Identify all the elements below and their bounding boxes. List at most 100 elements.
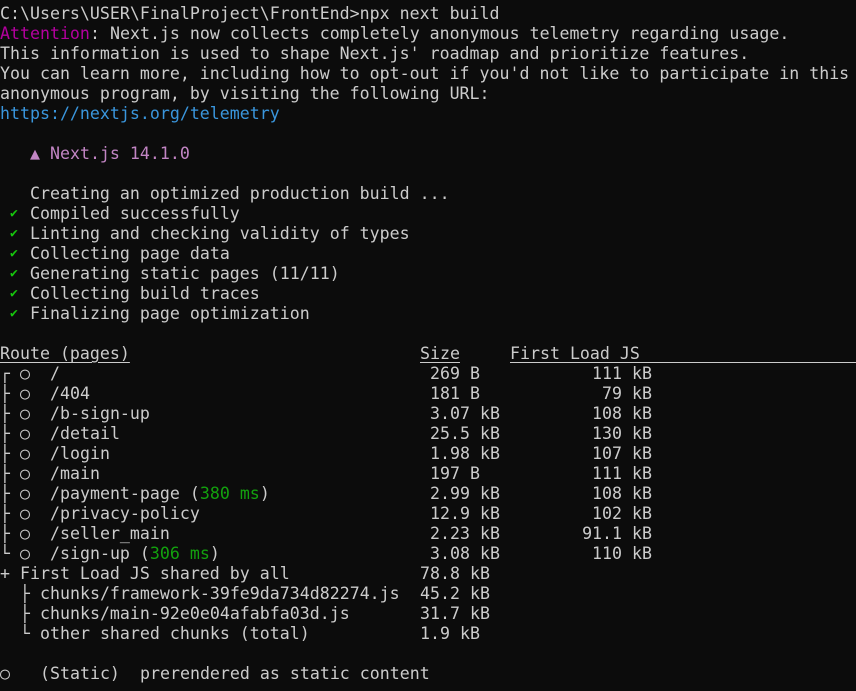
route-size: 269 B: [430, 364, 480, 383]
route-path: /detail: [50, 424, 120, 443]
route-size: 181 B: [430, 384, 480, 403]
table-row: ├ ○ /privacy-policy 12.9 kB 102 kB: [0, 504, 856, 524]
table-row: ├ ○ /main 197 B 111 kB: [0, 464, 856, 484]
static-circle-icon: ○: [0, 664, 10, 683]
route-size: 12.9 kB: [430, 504, 500, 523]
tree-prefix: └ ○: [0, 544, 40, 563]
chunk-name: other shared chunks (total): [40, 624, 310, 643]
telemetry-line-3: You can learn more, including how to opt…: [0, 64, 856, 84]
build-creating-line: Creating an optimized production build .…: [0, 184, 856, 204]
shared-label: + First Load JS shared by all: [0, 564, 290, 583]
chunk-name: chunks/main-92e0e04afabfa03d.js: [40, 604, 350, 623]
check-icon: ✔: [10, 286, 18, 301]
build-step: ✔ Collecting page data: [0, 244, 856, 264]
build-step-label: Collecting build traces: [30, 284, 260, 303]
tree-prefix: ├ ○: [0, 524, 40, 543]
telemetry-text-4: anonymous program, by visiting the follo…: [0, 84, 490, 103]
nextjs-version-line: ▲ Next.js 14.1.0: [0, 144, 856, 164]
chunk-row: ├ chunks/framework-39fe9da734d82274.js 45…: [0, 584, 856, 604]
route-size: 197 B: [430, 464, 480, 483]
chunk-row: └ other shared chunks (total) 1.9 kB: [0, 624, 856, 644]
nextjs-version: ▲ Next.js 14.1.0: [30, 144, 190, 163]
check-icon: ✔: [10, 206, 18, 221]
route-first-load: 108 kB: [592, 404, 652, 423]
route-header: Route (pages): [0, 344, 130, 363]
telemetry-line-4: anonymous program, by visiting the follo…: [0, 84, 856, 104]
first-load-header: First Load JS: [510, 344, 640, 363]
table-row: └ ○ /sign-up (306 ms) 3.08 kB 110 kB: [0, 544, 856, 564]
check-icon: ✔: [10, 306, 18, 321]
tree-prefix: ├ ○: [0, 384, 40, 403]
check-icon: ✔: [10, 226, 18, 241]
telemetry-text-1: : Next.js now collects completely anonym…: [90, 24, 790, 43]
route-size: 2.99 kB: [430, 484, 500, 503]
legend-line: ○ (Static) prerendered as static content: [0, 664, 856, 684]
header-underline: [510, 362, 856, 363]
build-step-label: Finalizing page optimization: [30, 304, 310, 323]
route-size: 3.07 kB: [430, 404, 500, 423]
size-header: Size: [420, 344, 460, 363]
table-row: ┌ ○ / 269 B 111 kB: [0, 364, 856, 384]
build-step: ✔ Generating static pages (11/11): [0, 264, 856, 284]
route-size: 2.23 kB: [430, 524, 500, 543]
legend-label: (Static): [40, 664, 120, 683]
route-first-load: 130 kB: [592, 424, 652, 443]
route-size: 3.08 kB: [430, 544, 500, 563]
route-first-load: 91.1 kB: [582, 524, 652, 543]
route-first-load: 111 kB: [592, 364, 652, 383]
build-step-label: Collecting page data: [30, 244, 230, 263]
route-path: /: [50, 364, 60, 383]
attention-label: Attention: [0, 24, 90, 43]
tree-prefix: ├ ○: [0, 484, 40, 503]
telemetry-text-3: You can learn more, including how to opt…: [0, 64, 850, 83]
route-size: 25.5 kB: [430, 424, 500, 443]
build-step-label: Generating static pages (11/11): [30, 264, 340, 283]
table-row: ├ ○ /login 1.98 kB 107 kB: [0, 444, 856, 464]
tree-prefix: ├ ○: [0, 404, 40, 423]
build-step: ✔ Collecting build traces: [0, 284, 856, 304]
chunk-size: 45.2 kB: [420, 584, 490, 603]
route-path: /main: [50, 464, 100, 483]
table-row: ├ ○ /detail 25.5 kB 130 kB: [0, 424, 856, 444]
check-icon: ✔: [10, 266, 18, 281]
telemetry-url-line: https://nextjs.org/telemetry: [0, 104, 856, 124]
chunk-row: ├ chunks/main-92e0e04afabfa03d.js 31.7 kB: [0, 604, 856, 624]
render-time: 380 ms: [199, 484, 260, 503]
route-first-load: 107 kB: [592, 444, 652, 463]
legend-description: prerendered as static content: [140, 664, 430, 683]
chunk-name: chunks/framework-39fe9da734d82274.js: [40, 584, 400, 603]
build-step: ✔ Compiled successfully: [0, 204, 856, 224]
shared-size: 78.8 kB: [420, 564, 490, 583]
telemetry-link[interactable]: https://nextjs.org/telemetry: [0, 104, 280, 124]
terminal-window[interactable]: C:\Users\USER\FinalProject\FrontEnd>npx …: [0, 0, 856, 691]
shared-total-row: + First Load JS shared by all 78.8 kB: [0, 564, 856, 584]
chunk-size: 1.9 kB: [420, 624, 480, 643]
route-path: /404: [50, 384, 90, 403]
build-step-label: Linting and checking validity of types: [30, 224, 410, 243]
chunk-size: 31.7 kB: [420, 604, 490, 623]
tree-prefix: ├ ○: [0, 444, 40, 463]
route-path: /seller_main: [50, 524, 170, 543]
tree-prefix: └: [0, 624, 40, 643]
tree-prefix: ┌ ○: [0, 364, 40, 383]
route-path: /payment-page (380 ms): [50, 484, 270, 503]
tree-prefix: ├ ○: [0, 504, 40, 523]
telemetry-text-2: This information is used to shape Next.j…: [0, 44, 750, 63]
table-row: ├ ○ /404 181 B 79 kB: [0, 384, 856, 404]
build-step: ✔ Finalizing page optimization: [0, 304, 856, 324]
route-first-load: 108 kB: [592, 484, 652, 503]
telemetry-line-2: This information is used to shape Next.j…: [0, 44, 856, 64]
command-line: C:\Users\USER\FinalProject\FrontEnd>npx …: [0, 4, 856, 24]
render-time: 306 ms: [149, 544, 210, 563]
build-step-label: Compiled successfully: [30, 204, 240, 223]
table-row: ├ ○ /seller_main 2.23 kB 91.1 kB: [0, 524, 856, 544]
tree-prefix: ├: [0, 604, 40, 623]
table-row: ├ ○ /payment-page (380 ms) 2.99 kB 108 kB: [0, 484, 856, 504]
route-path: /sign-up (306 ms): [50, 544, 220, 563]
tree-prefix: ├ ○: [0, 424, 40, 443]
route-path: /b-sign-up: [50, 404, 150, 423]
route-first-load: 110 kB: [592, 544, 652, 563]
tree-prefix: ├ ○: [0, 464, 40, 483]
prompt-text: C:\Users\USER\FinalProject\FrontEnd>npx …: [0, 4, 500, 23]
table-row: ├ ○ /b-sign-up 3.07 kB 108 kB: [0, 404, 856, 424]
